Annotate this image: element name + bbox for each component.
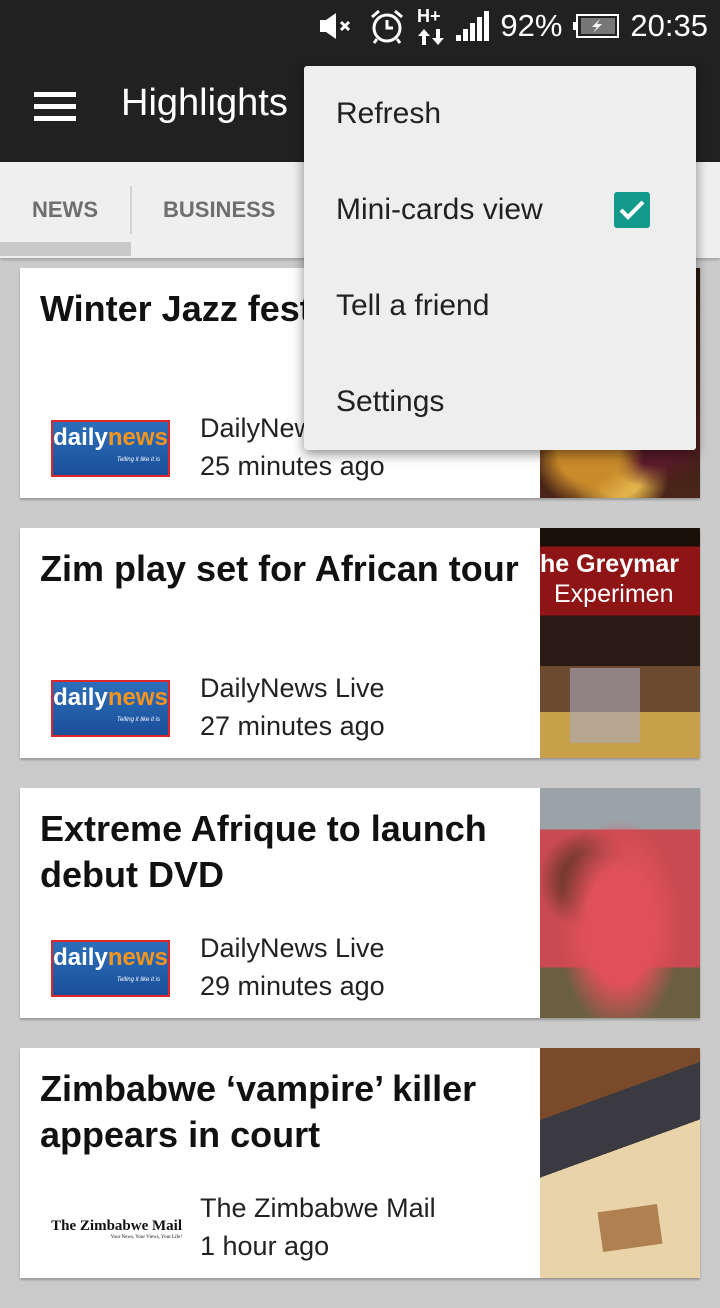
image-detail — [570, 668, 640, 743]
overflow-menu: Refresh Mini-cards view Tell a friend Se… — [304, 66, 696, 450]
article-title: Extreme Afrique to launch debut DVD — [40, 808, 487, 895]
article-image: he Greymar Experimen — [540, 528, 700, 758]
article-title: Zim play set for African tour — [40, 548, 519, 589]
tab-indicator — [0, 242, 131, 256]
article-source: DailyNews Live — [200, 673, 385, 703]
tab-divider — [130, 186, 132, 234]
dailynews-logo: dailynews Telling it like it is — [51, 680, 170, 737]
battery-percent: 92% — [500, 8, 563, 43]
hamburger-icon[interactable] — [34, 90, 78, 124]
dailynews-logo: dailynews Telling it like it is — [51, 420, 170, 477]
article-image — [540, 1048, 700, 1278]
menu-item-mini-cards-view[interactable]: Mini-cards view — [304, 162, 696, 258]
signal-icon — [456, 11, 490, 41]
gavel-block — [597, 1204, 663, 1252]
dailynews-logo: dailynews Telling it like it is — [51, 940, 170, 997]
image-caption: Experimen — [554, 580, 674, 608]
mute-icon — [318, 11, 358, 41]
tab-business[interactable]: BUSINESS — [163, 162, 275, 258]
alarm-icon — [368, 7, 406, 45]
article-time: 29 minutes ago — [200, 971, 385, 1001]
page-title: Highlights — [121, 82, 288, 124]
article-card[interactable]: Zim play set for African tour dailynews … — [20, 528, 700, 758]
checkbox-checked-icon[interactable] — [614, 192, 650, 228]
menu-item-refresh[interactable]: Refresh — [304, 66, 696, 162]
article-time: 27 minutes ago — [200, 711, 385, 741]
battery-charging-icon — [572, 13, 620, 39]
article-time: 25 minutes ago — [200, 451, 385, 481]
image-caption: he Greymar — [540, 550, 679, 578]
svg-text:H+: H+ — [417, 6, 441, 26]
article-card[interactable]: Zimbabwe ‘vampire’ killer appears in cou… — [20, 1048, 700, 1278]
article-card[interactable]: Extreme Afrique to launch debut DVD dail… — [20, 788, 700, 1018]
article-image — [540, 788, 700, 1018]
article-time: 1 hour ago — [200, 1231, 330, 1261]
menu-item-tell-a-friend[interactable]: Tell a friend — [304, 258, 696, 354]
status-bar: H+ 92% 20:35 — [0, 0, 720, 52]
article-title: Zimbabwe ‘vampire’ killer appears in cou… — [40, 1068, 477, 1155]
article-source: DailyNews Live — [200, 933, 385, 963]
menu-item-settings[interactable]: Settings — [304, 354, 696, 450]
hplus-data-icon: H+ — [416, 5, 446, 47]
zimbabwe-mail-logo: The Zimbabwe Mail Your News, Your Views,… — [51, 1217, 182, 1240]
article-source: The Zimbabwe Mail — [200, 1193, 436, 1223]
clock: 20:35 — [630, 8, 708, 43]
